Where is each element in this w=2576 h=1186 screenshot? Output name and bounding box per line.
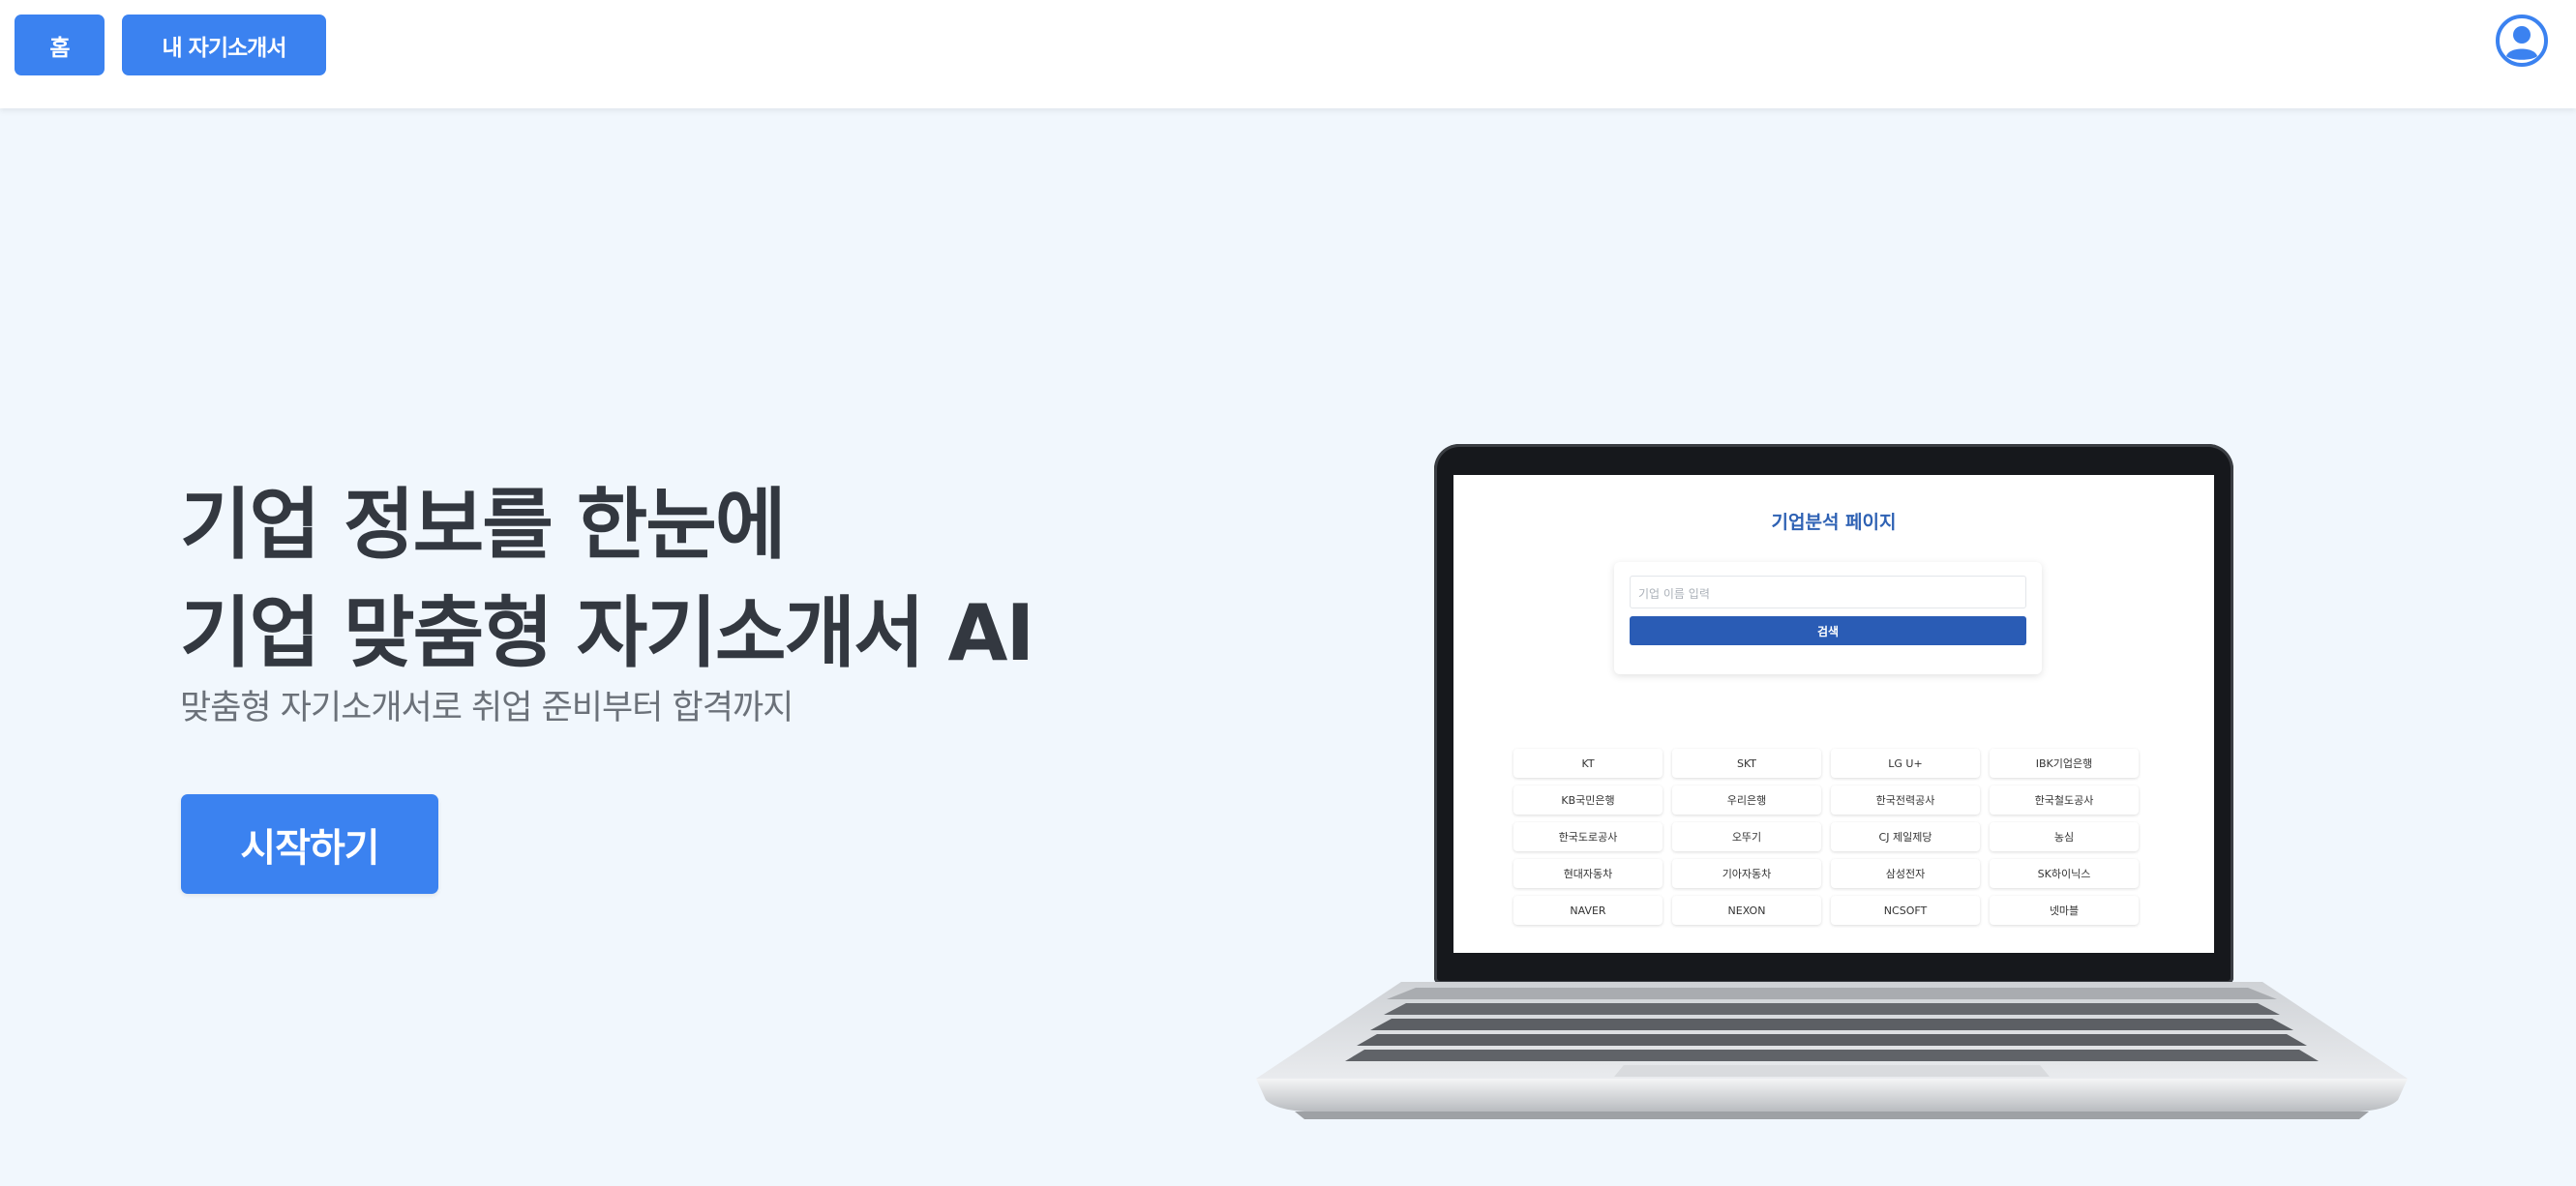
preview-company-chip: IBK기업은행 [1990,749,2139,778]
preview-company-chip: NAVER [1513,896,1662,925]
laptop-illustration: 기업분석 페이지 기업 이름 입력 검색 KT SKT LG U+ IBK기업은행 KB… [1256,440,2408,1129]
preview-company-chip: 한국도로공사 [1513,822,1662,851]
preview-company-chip: NCSOFT [1831,896,1980,925]
preview-search-button: 검색 [1630,616,2026,645]
preview-company-chip: 농심 [1990,822,2139,851]
preview-company-chip: 넷마블 [1990,896,2139,925]
preview-company-chip: KB국민은행 [1513,786,1662,815]
preview-company-chip: NEXON [1672,896,1821,925]
laptop-base [1256,982,2408,1119]
hero-title-line-1: 기업 정보를 한눈에 [180,480,787,570]
preview-company-grid: KT SKT LG U+ IBK기업은행 KB국민은행 우리은행 한국전력공사 한국철도공사한… [1513,749,2142,925]
preview-search-input: 기업 이름 입력 [1630,576,2026,608]
hero-subtitle: 맞춤형 자기소개서로 취업 준비부터 합격까지 [180,689,794,727]
laptop-screen: 기업분석 페이지 기업 이름 입력 검색 KT SKT LG U+ IBK기업은행 KB… [1453,475,2214,953]
preview-company-chip: 오뚜기 [1672,822,1821,851]
start-button[interactable]: 시작하기 [181,794,438,894]
home-button[interactable]: 홈 [15,15,105,75]
preview-page-title: 기업분석 페이지 [1771,512,1897,533]
top-nav-bar: 홈 내 자기소개서 [0,0,2576,108]
user-profile-icon[interactable] [2496,15,2548,67]
preview-search-card: 기업 이름 입력 검색 [1614,562,2042,674]
my-resume-button[interactable]: 내 자기소개서 [122,15,326,75]
preview-company-chip: KT [1513,749,1662,778]
preview-company-chip: 현대자동차 [1513,859,1662,888]
preview-company-chip: 한국철도공사 [1990,786,2139,815]
hero-title-line-2: 기업 맞춤형 자기소개서 AI [180,588,1034,678]
preview-company-chip: SKT [1672,749,1821,778]
preview-company-chip: 한국전력공사 [1831,786,1980,815]
preview-company-chip: SK하이닉스 [1990,859,2139,888]
preview-company-chip: 우리은행 [1672,786,1821,815]
preview-company-chip: LG U+ [1831,749,1980,778]
preview-company-chip: 삼성전자 [1831,859,1980,888]
preview-company-chip: CJ 제일제당 [1831,822,1980,851]
preview-company-chip: 기아자동차 [1672,859,1821,888]
